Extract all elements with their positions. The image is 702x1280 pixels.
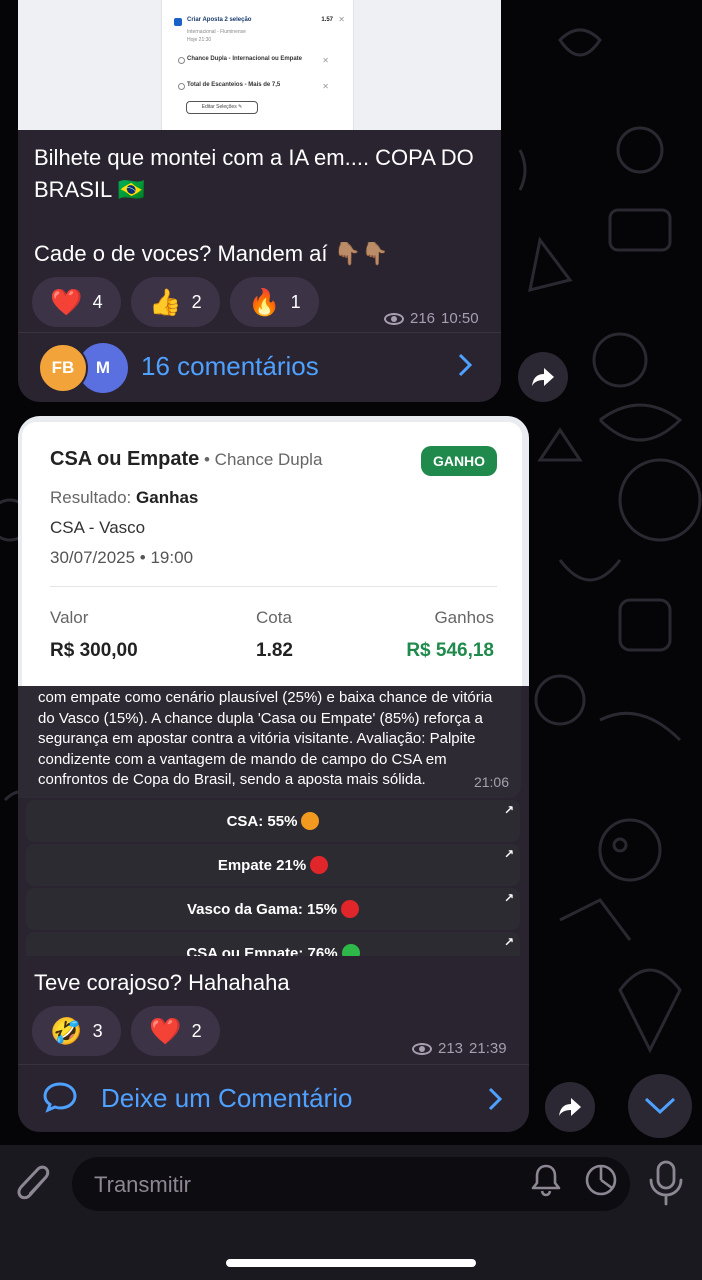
slip-selection: Chance Dupla - Internacional ou Empate [178,56,317,64]
slip-match-time: Hoje 21:30 [187,37,212,43]
slip-match: Internacional - Fluminense Hoje 21:30 [187,28,246,44]
avatar: FB [38,343,88,393]
bell-icon[interactable] [530,1163,562,1197]
slip-odd: 1.57 [321,17,333,23]
reaction-count: 4 [92,291,103,312]
poll-option-button[interactable]: Empate 21% ↗ [26,844,520,886]
view-count: 216 [410,310,436,327]
valor-value: R$ 300,00 [50,640,138,661]
home-indicator [226,1259,476,1267]
share-button[interactable] [545,1082,595,1132]
cota-value: 1.82 [256,640,293,661]
poll-option-label: Empate 21% [217,856,307,874]
chevron-down-icon [644,1097,676,1115]
poll-option-label: Vasco da Gama: 15% [186,900,338,918]
close-icon: ✕ [338,15,345,24]
timer-icon[interactable] [584,1163,618,1197]
bet-slip: Criar Aposta 2 seleção 1.57 ✕ Internacio… [161,0,354,130]
comment-bubble-icon [43,1082,77,1113]
share-button[interactable] [518,352,568,402]
post-text: Bilhete que montei com a IA em.... COPA … [34,142,494,270]
reaction-rofl[interactable]: 🤣 3 [32,1006,121,1056]
eye-icon [412,1042,432,1055]
eye-icon [384,312,404,325]
post-time: 21:39 [469,1040,507,1057]
divider [50,586,497,587]
leave-comment-button[interactable]: Deixe um Comentário [18,1064,529,1132]
close-icon: ✕ [322,82,329,91]
poll-option-button[interactable]: Vasco da Gama: 15% ↗ [26,888,520,930]
cota-label: Cota [256,608,292,627]
external-arrow-icon: ↗ [503,891,514,905]
bet-match: CSA - Vasco [50,518,146,537]
bet-slip-screenshot[interactable]: Criar Aposta 2 seleção 1.57 ✕ Internacio… [18,0,501,130]
bet-market: • Chance Dupla [204,450,323,469]
channel-post-2: CSA ou Empate • Chance Dupla GANHO Resul… [18,416,529,1132]
bet-title: CSA ou Empate [50,448,200,470]
analysis-text: com empate como cenário plausível (25%) … [38,689,493,788]
share-icon [559,1098,581,1116]
attach-icon[interactable] [16,1163,56,1209]
post-2-footer: Teve corajoso? Hahahaha 🤣 3 ❤️ 2 213 21:… [18,956,529,1132]
chevron-right-icon [458,353,473,384]
bet-card-image[interactable]: CSA ou Empate • Chance Dupla GANHO Resul… [18,416,529,686]
reaction-count: 2 [191,291,202,312]
message-time: 21:06 [473,773,509,790]
message-input-bar: Transmitir [0,1145,702,1280]
reaction-count: 1 [290,291,301,312]
checkbox-icon [174,18,182,26]
poll-option-button[interactable]: CSA: 55% ↗ [26,800,520,842]
comments-label: 16 comentários [141,351,319,381]
comment-label: Deixe um Comentário [101,1083,353,1113]
scroll-down-button[interactable] [628,1074,692,1138]
external-arrow-icon: ↗ [503,935,514,949]
red-circle-icon [310,856,329,874]
share-icon [532,368,554,386]
chevron-right-icon [488,1087,503,1118]
ganhos-value: R$ 546,18 [406,640,494,661]
external-arrow-icon: ↗ [503,847,514,861]
reaction-heart[interactable]: ❤️ 4 [32,277,121,327]
bet-card: CSA ou Empate • Chance Dupla GANHO Resul… [22,422,522,686]
post-meta: 213 21:39 [412,1040,507,1057]
rofl-emoji: 🤣 [50,1016,83,1046]
slip-selection: Total de Escanteios - Mais de 7,5 [178,82,317,90]
heart-emoji: ❤️ [50,287,83,317]
thumbs-up-emoji: 👍 [149,287,182,317]
post-text: Teve corajoso? Hahahaha [34,970,290,995]
post-meta: 216 10:50 [384,310,479,327]
fire-emoji: 🔥 [248,287,281,317]
reactions-row: 🤣 3 ❤️ 2 [32,1006,220,1056]
channel-post-1: Criar Aposta 2 seleção 1.57 ✕ Internacio… [18,0,501,402]
ganhos-label: Ganhos [434,608,494,627]
orange-circle-icon [301,812,320,830]
reaction-heart[interactable]: ❤️ 2 [131,1006,220,1056]
slip-title: Criar Aposta 2 seleção [187,17,252,23]
post-text-line: Cade o de voces? Mandem aí 👇🏽👇🏽 [34,241,389,266]
analysis-message: com empate como cenário plausível (25%) … [18,686,521,798]
reaction-thumbs-up[interactable]: 👍 2 [131,277,220,327]
bet-date: 30/07/2025 • 19:00 [50,548,194,567]
heart-emoji: ❤️ [149,1016,182,1046]
input-placeholder: Transmitir [94,1172,191,1197]
mic-icon[interactable] [646,1159,686,1207]
close-icon: ✕ [322,56,329,65]
external-arrow-icon: ↗ [503,803,514,817]
red-circle-icon [341,900,360,918]
edit-selections-button: Editar Seleções ✎ [186,101,258,114]
view-count: 213 [438,1040,464,1057]
post-text-line: Bilhete que montei com a IA em.... COPA … [34,145,474,202]
status-badge: GANHO [421,446,497,476]
reaction-count: 3 [92,1020,103,1041]
poll-option-label: CSA: 55% [226,812,298,830]
valor-label: Valor [50,608,89,627]
comments-button[interactable]: M FB 16 comentários [18,332,501,402]
bet-result: Resultado: Ganhas [50,488,199,507]
reaction-fire[interactable]: 🔥 1 [230,277,319,327]
reaction-count: 2 [191,1020,202,1041]
reactions-row: ❤️ 4 👍 2 🔥 1 [32,277,319,327]
slip-match-teams: Internacional - Fluminense [187,29,246,35]
post-time: 10:50 [441,310,479,327]
